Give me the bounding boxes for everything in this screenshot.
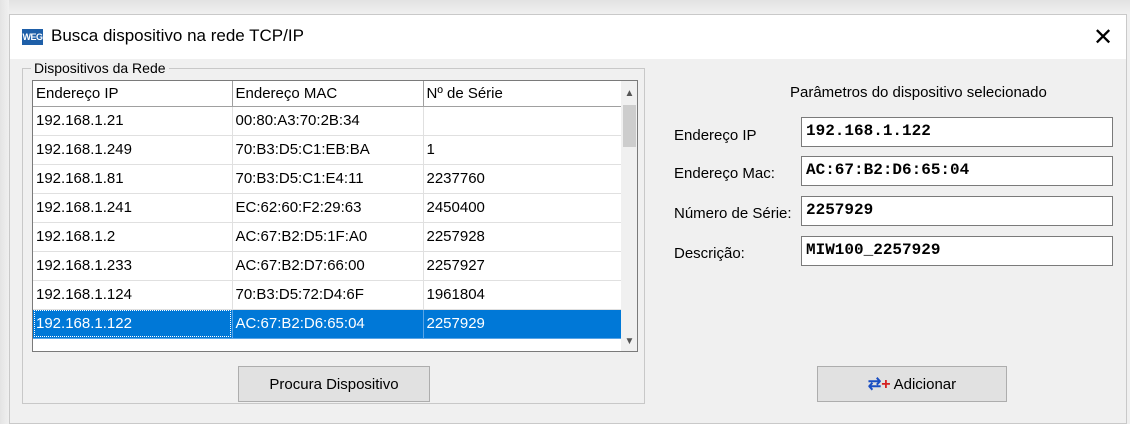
group-legend: Dispositivos da Rede [34,60,166,76]
cell-mac: AC:67:B2:D6:65:04 [232,309,424,339]
vertical-scrollbar[interactable]: ▲ ▼ [621,81,637,351]
window-title: Busca dispositivo na rede TCP/IP [51,26,304,45]
serial-label: Número de Série: [674,205,792,222]
scroll-up-icon[interactable]: ▲ [621,85,637,102]
cell-ip: 192.168.1.124 [33,280,233,310]
table-row[interactable]: 192.168.1.124 70:B3:D5:72:D4:6F 1961804 [33,280,622,310]
search-device-label: Procura Dispositivo [269,375,399,393]
add-label: Adicionar [893,375,957,393]
description-label: Descrição: [674,245,745,262]
devices-table: Endereço IP Endereço MAC Nº de Série 192… [33,81,622,339]
cell-ip: 192.168.1.249 [33,135,233,165]
table-row[interactable]: 192.168.1.81 70:B3:D5:C1:E4:11 2237760 [33,164,622,194]
scroll-down-icon[interactable]: ▼ [621,333,637,350]
table-row[interactable]: 192.168.1.21 00:80:A3:70:2B:34 [33,106,622,136]
table-row[interactable]: 192.168.1.249 70:B3:D5:C1:EB:BA 1 [33,135,622,165]
serial-field[interactable]: 2257929 [801,196,1113,226]
cell-serial: 1961804 [423,280,622,310]
search-device-button[interactable]: Procura Dispositivo [238,366,430,402]
ip-label: Endereço IP [674,127,757,144]
cell-serial: 2257927 [423,251,622,281]
close-button[interactable]: ✕ [1080,15,1126,59]
cell-ip: 192.168.1.233 [33,251,233,281]
column-header-ip[interactable]: Endereço IP [33,81,233,107]
table-row[interactable]: 192.168.1.233 AC:67:B2:D7:66:00 2257927 [33,251,622,281]
cell-ip: 192.168.1.241 [33,193,233,223]
cell-ip: 192.168.1.81 [33,164,233,194]
table-row[interactable]: 192.168.1.2 AC:67:B2:D5:1F:A0 2257928 [33,222,622,252]
add-button[interactable]: ⇄+ Adicionar [817,366,1007,402]
cell-mac: 70:B3:D5:C1:EB:BA [232,135,424,165]
table-row[interactable]: 192.168.1.122 AC:67:B2:D6:65:04 2257929 [33,309,622,339]
cell-serial: 2237760 [423,164,622,194]
cell-mac: 70:B3:D5:72:D4:6F [232,280,424,310]
cell-serial: 2257929 [423,309,622,339]
cell-mac: EC:62:60:F2:29:63 [232,193,424,223]
cell-mac: 70:B3:D5:C1:E4:11 [232,164,424,194]
cell-serial: 1 [423,135,622,165]
cell-ip: 192.168.1.21 [33,106,233,136]
cell-serial: 2450400 [423,193,622,223]
cell-mac: 00:80:A3:70:2B:34 [232,106,424,136]
ip-field[interactable]: 192.168.1.122 [801,117,1113,147]
title-bar: WEG Busca dispositivo na rede TCP/IP ✕ [10,15,1126,59]
cell-mac: AC:67:B2:D7:66:00 [232,251,424,281]
table-header-row: Endereço IP Endereço MAC Nº de Série [33,81,622,107]
table-row[interactable]: 192.168.1.241 EC:62:60:F2:29:63 2450400 [33,193,622,223]
column-header-mac[interactable]: Endereço MAC [232,81,424,107]
scrollbar-thumb[interactable] [623,105,636,147]
cell-ip: 192.168.1.122 [33,309,233,339]
cell-serial: 2257928 [423,222,622,252]
devices-list[interactable]: Endereço IP Endereço MAC Nº de Série 192… [32,80,638,352]
cell-mac: AC:67:B2:D5:1F:A0 [232,222,424,252]
cell-ip: 192.168.1.2 [33,222,233,252]
mac-field[interactable]: AC:67:B2:D6:65:04 [801,156,1113,186]
app-logo-icon: WEG [22,29,43,45]
background-top [0,0,1130,14]
column-header-serial[interactable]: Nº de Série [423,81,622,107]
mac-label: Endereço Mac: [674,165,775,182]
background-left [0,0,9,424]
params-title: Parâmetros do dispositivo selecionado [790,84,1047,101]
cell-serial [423,106,622,136]
description-field[interactable]: MIW100_2257929 [801,236,1113,266]
add-device-icon: ⇄+ [867,376,891,393]
